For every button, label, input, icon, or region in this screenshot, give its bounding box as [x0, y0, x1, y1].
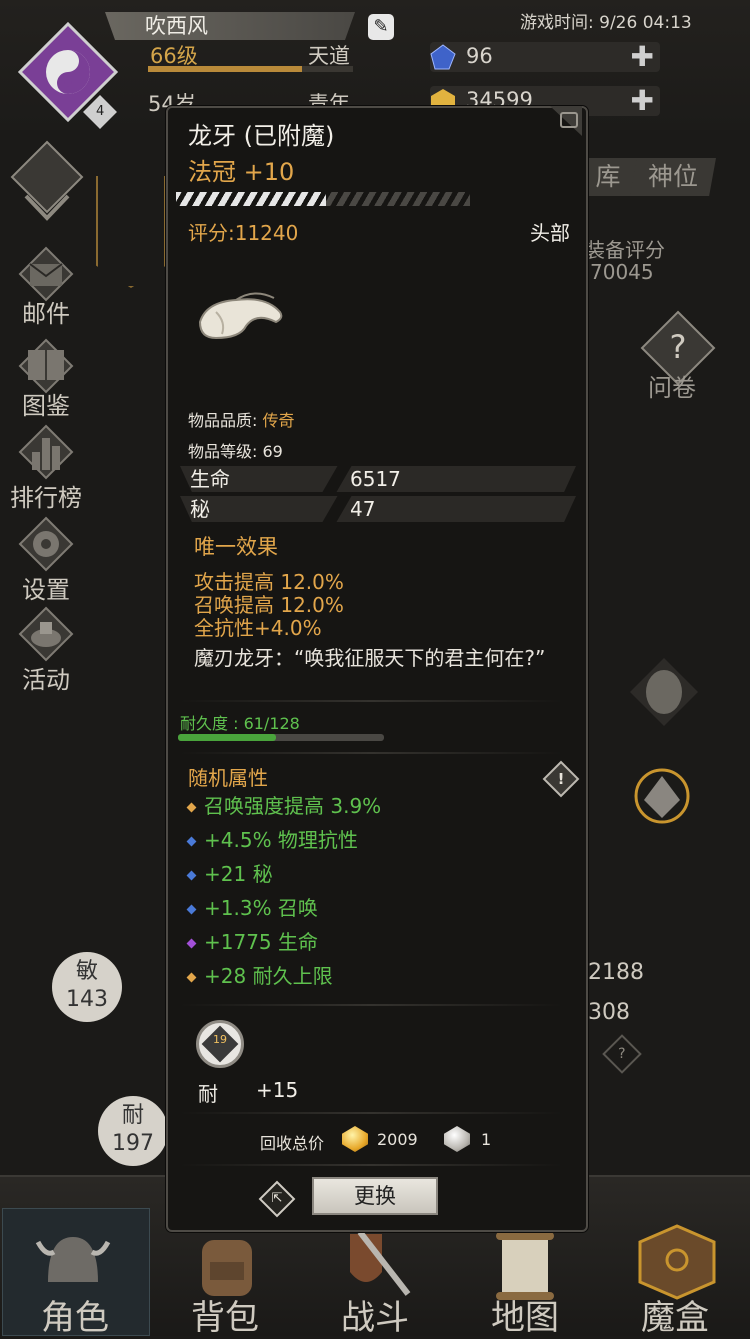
item-quality: 物品品质: 传奇	[188, 411, 295, 430]
divider	[180, 700, 562, 702]
rarity-diamond-icon	[186, 938, 197, 949]
collapse-icon[interactable]	[10, 140, 84, 226]
enhance-progress-empty	[326, 192, 470, 206]
wizard-hat-icon	[198, 292, 283, 340]
rarity-diamond-icon	[186, 904, 197, 915]
right-stat-2: 308	[588, 1000, 630, 1025]
side-menu-ranking[interactable]: 排行榜	[8, 424, 84, 513]
socket-stat-key: 耐	[198, 1082, 218, 1106]
base-stat-row: 秘 47	[180, 496, 576, 522]
unique-effect: 全抗性+4.0%	[194, 616, 322, 640]
divider	[180, 1164, 562, 1166]
random-attribute: +28 耐久上限	[186, 960, 333, 989]
equip-score-label: 装备评分	[585, 238, 665, 262]
nav-magic-box[interactable]: 魔盒	[600, 1290, 750, 1339]
survey-label: 问卷	[648, 374, 696, 402]
ranking-icon	[18, 424, 74, 480]
side-menu-label: 活动	[22, 666, 70, 694]
replace-button[interactable]: 更换	[312, 1177, 438, 1215]
nav-battle[interactable]: 战斗	[300, 1290, 450, 1339]
rarity-diamond-icon	[186, 972, 197, 983]
durability-label: 耐久度 : 61/128	[180, 714, 300, 733]
help-icon[interactable]: ?	[602, 1034, 642, 1074]
item-quality-value: 传奇	[262, 411, 295, 430]
random-attribute: +21 秘	[186, 858, 273, 887]
random-attribute: +1775 生命	[186, 926, 318, 955]
divider	[180, 1004, 562, 1006]
random-attribute: +4.5% 物理抗性	[186, 824, 358, 853]
side-menu-label: 设置	[22, 576, 70, 604]
item-rating: 评分:11240	[188, 221, 299, 245]
game-time: 游戏时间: 9/26 04:13	[520, 13, 692, 33]
stat-circle-agility: 敏 143	[52, 952, 122, 1022]
side-menu-settings[interactable]: 设置	[8, 516, 84, 605]
recycle-total-label: 回收总价	[260, 1134, 325, 1153]
nav-character[interactable]: 角色	[0, 1290, 150, 1339]
mask-icon[interactable]	[628, 656, 700, 728]
item-name: 龙牙 (已附魔)	[188, 122, 335, 150]
side-menu-label: 排行榜	[10, 484, 82, 512]
add-gems-button[interactable]: ✚	[631, 42, 654, 72]
equipment-banner[interactable]	[96, 176, 166, 288]
recycle-silver-value: 1	[481, 1130, 492, 1149]
svg-text:?: ?	[670, 328, 687, 366]
gem-resource: 96 ✚	[430, 42, 660, 72]
durability-bar	[178, 734, 384, 741]
item-level: 物品等级: 69	[188, 442, 283, 461]
rarity-diamond-icon	[186, 836, 197, 847]
equip-score-value: 70045	[590, 260, 654, 284]
add-gold-button[interactable]: ✚	[631, 86, 654, 116]
rarity-diamond-icon	[186, 870, 197, 881]
base-stat-row: 生命 6517	[180, 466, 576, 492]
rarity-diamond-icon	[186, 802, 197, 813]
nav-backpack[interactable]: 背包	[150, 1290, 300, 1339]
stat-circle-stamina: 耐 197	[98, 1096, 168, 1166]
socket-rune[interactable]: 19	[196, 1020, 244, 1068]
socket-stat-value: +15	[256, 1078, 299, 1102]
random-attribute: 召唤强度提高 3.9%	[186, 790, 381, 819]
lock-icon[interactable]	[560, 112, 578, 128]
exp-bar	[148, 66, 353, 72]
emblem-icon[interactable]	[622, 756, 702, 836]
item-slot: 头部	[530, 221, 570, 245]
edit-name-icon[interactable]: ✎	[368, 14, 394, 40]
item-flavor-quote: 魔刃龙牙：“唤我征服天下的君主何在?”	[194, 646, 546, 670]
player-name: 吹西风	[105, 12, 355, 40]
right-stat-1: 2188	[588, 960, 644, 985]
event-icon	[18, 606, 74, 662]
recycle-gold-value: 2009	[377, 1130, 418, 1149]
item-type: 法冠 +10	[188, 158, 295, 186]
gem-icon	[430, 44, 456, 70]
unique-effect-title: 唯一效果	[194, 535, 278, 559]
nav-map[interactable]: 地图	[450, 1290, 600, 1339]
enhance-progress-filled	[176, 192, 326, 206]
divider	[180, 1112, 562, 1114]
random-attribute: +1.3% 召唤	[186, 892, 318, 921]
side-menu-events[interactable]: 活动	[8, 606, 84, 695]
side-menu-codex[interactable]: 图鉴	[8, 338, 84, 421]
side-menu-mail[interactable]: 邮件	[8, 246, 84, 329]
tab-divine-seat[interactable]: 神位	[630, 158, 716, 196]
gear-icon	[18, 516, 74, 572]
divider	[180, 752, 562, 754]
random-attributes-title: 随机属性	[188, 766, 268, 790]
magic-box-icon	[638, 1224, 716, 1300]
